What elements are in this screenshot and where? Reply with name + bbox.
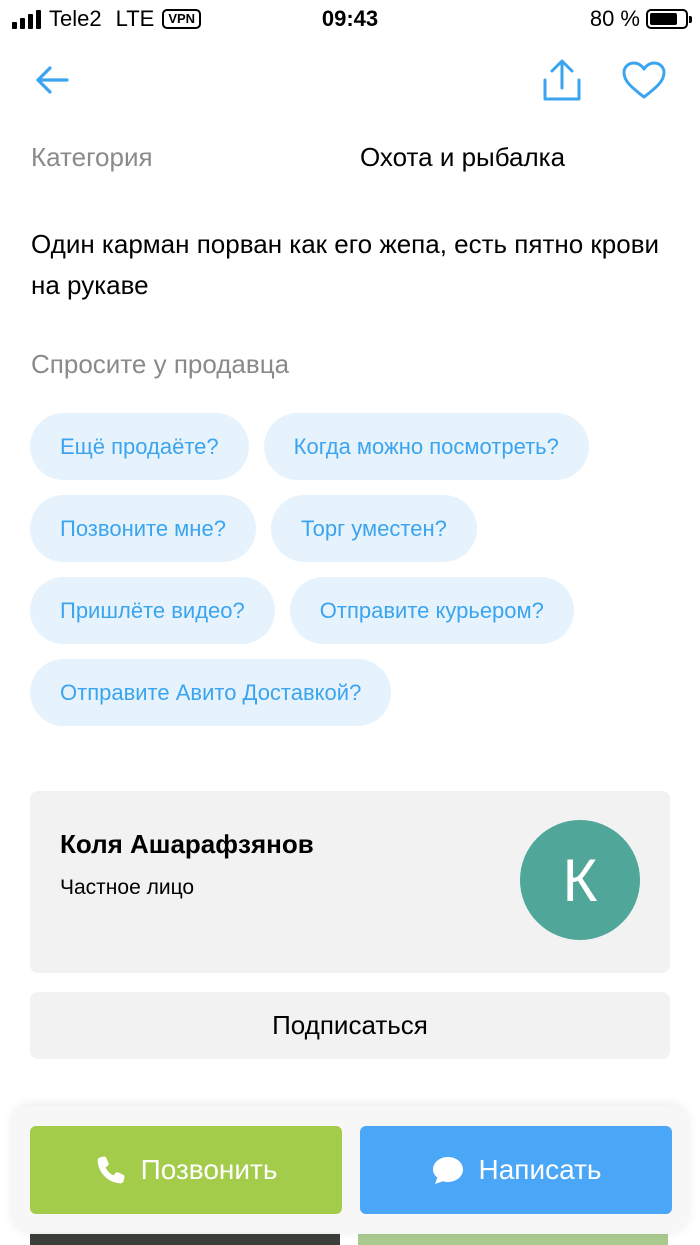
question-chip[interactable]: Позвоните мне? [30,495,256,562]
category-value: Охота и рыбалка [360,142,566,172]
question-chip[interactable]: Когда можно посмотреть? [263,413,589,480]
battery-icon [646,9,692,29]
subscribe-button[interactable]: Подписаться [30,992,670,1059]
write-button[interactable]: Написать [360,1126,672,1214]
avatar[interactable]: К [520,820,640,940]
question-chip[interactable]: Ещё продаёте? [30,413,249,480]
heart-icon [622,61,666,99]
favorite-button[interactable] [616,52,672,108]
action-bar: Позвонить Написать [12,1106,688,1234]
back-button[interactable] [24,52,80,108]
write-label: Написать [478,1154,602,1185]
share-button[interactable] [534,52,590,108]
question-chip[interactable]: Отправите Авито Доставкой? [30,659,392,726]
question-chip[interactable]: Торг уместен? [270,495,477,562]
call-label: Позвонить [140,1154,278,1185]
category-label: Категория [31,142,153,172]
item-description: Один карман порван как его жепа, есть пя… [31,229,660,300]
seller-card[interactable]: Коля Ашарафзянов Частное лицо К [30,791,670,973]
call-button[interactable]: Позвонить [30,1126,342,1214]
status-right: 80 % [589,6,692,32]
seller-name: Коля Ашарафзянов [60,829,314,859]
battery-level [650,13,678,25]
share-icon [543,59,581,101]
battery-percent: 80 % [589,6,640,31]
ask-seller-title: Спросите у продавца [31,349,290,379]
status-bar: Tele2 LTE VPN 09:43 80 % [0,0,700,40]
back-arrow-icon [36,66,69,94]
chat-bubble-icon [432,1157,463,1184]
question-chip[interactable]: Пришлёте видео? [30,577,275,644]
question-chip[interactable]: Отправите курьером? [289,577,574,644]
question-chips: Ещё продаёте? Когда можно посмотреть? По… [30,413,670,726]
phone-icon [97,1156,125,1184]
seller-type: Частное лицо [60,876,195,899]
